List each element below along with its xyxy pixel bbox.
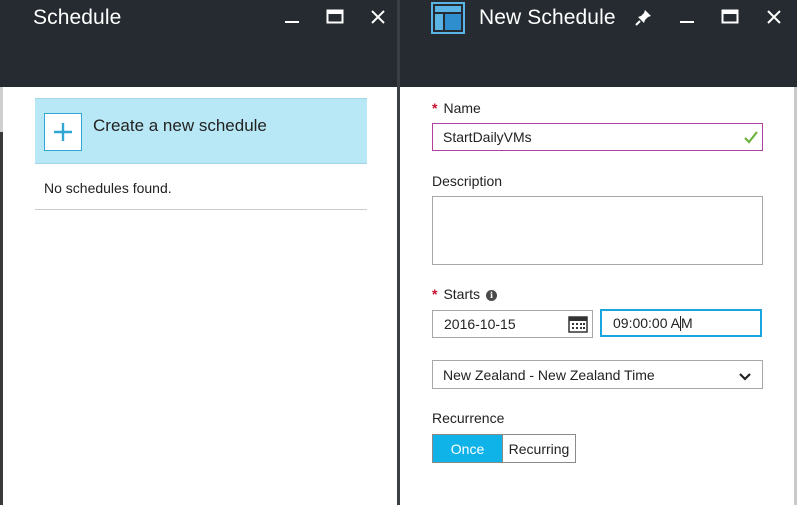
create-schedule-label: Create a new schedule <box>93 116 267 135</box>
name-value: StartDailyVMs <box>443 129 532 145</box>
recurrence-label: Recurrence <box>432 410 505 426</box>
maximize-icon[interactable] <box>719 6 741 28</box>
empty-schedules-message: No schedules found. <box>44 180 172 196</box>
minimize-icon[interactable] <box>676 6 698 28</box>
name-input[interactable]: StartDailyVMs <box>432 123 763 151</box>
new-schedule-blade: New Schedule * Name StartDailyVMs Descri… <box>400 0 797 505</box>
blade-title: Schedule <box>33 6 122 29</box>
calendar-icon[interactable] <box>568 315 588 336</box>
schedule-blade: Schedule Create a new schedule No schedu… <box>0 0 399 505</box>
minimize-icon[interactable] <box>281 6 303 28</box>
maximize-icon[interactable] <box>324 6 346 28</box>
chevron-down-icon <box>738 369 752 385</box>
required-marker: * <box>432 286 438 302</box>
start-time-value: 09:00:00 A <box>613 315 680 331</box>
portal-root: Schedule Create a new schedule No schedu… <box>0 0 797 505</box>
timezone-value: New Zealand - New Zealand Time <box>443 366 655 383</box>
description-input[interactable] <box>432 196 763 265</box>
recurrence-once-option[interactable]: Once <box>433 435 503 462</box>
info-icon[interactable]: i <box>486 289 498 301</box>
name-label: * Name <box>432 100 481 116</box>
create-schedule-tile[interactable]: Create a new schedule <box>35 98 367 164</box>
start-time-value-tail: M <box>680 315 693 331</box>
recurrence-toggle: Once Recurring <box>432 434 576 463</box>
name-label-text: Name <box>443 100 481 116</box>
starts-label-text: Starts <box>443 286 481 302</box>
description-label: Description <box>432 173 503 189</box>
blade-icon <box>431 2 465 34</box>
close-icon[interactable] <box>763 6 785 28</box>
close-icon[interactable] <box>367 6 389 28</box>
start-time-input[interactable]: 09:00:00 AM <box>600 309 762 337</box>
pin-icon[interactable] <box>633 6 655 28</box>
start-date-value: 2016-10-15 <box>444 316 516 332</box>
start-date-input[interactable]: 2016-10-15 <box>432 310 593 338</box>
recurrence-recurring-option[interactable]: Recurring <box>503 435 575 462</box>
checkmark-icon <box>743 129 759 148</box>
left-edge <box>0 87 3 505</box>
plus-icon <box>44 113 82 151</box>
required-marker: * <box>432 100 438 116</box>
blade-title: New Schedule <box>479 6 616 29</box>
schedule-blade-header: Schedule <box>0 0 399 87</box>
divider <box>35 209 367 210</box>
new-schedule-blade-header: New Schedule <box>400 0 797 87</box>
timezone-select[interactable]: New Zealand - New Zealand Time <box>432 360 763 389</box>
left-edge-highlight <box>0 87 3 132</box>
starts-label: * Starts i <box>432 286 498 302</box>
